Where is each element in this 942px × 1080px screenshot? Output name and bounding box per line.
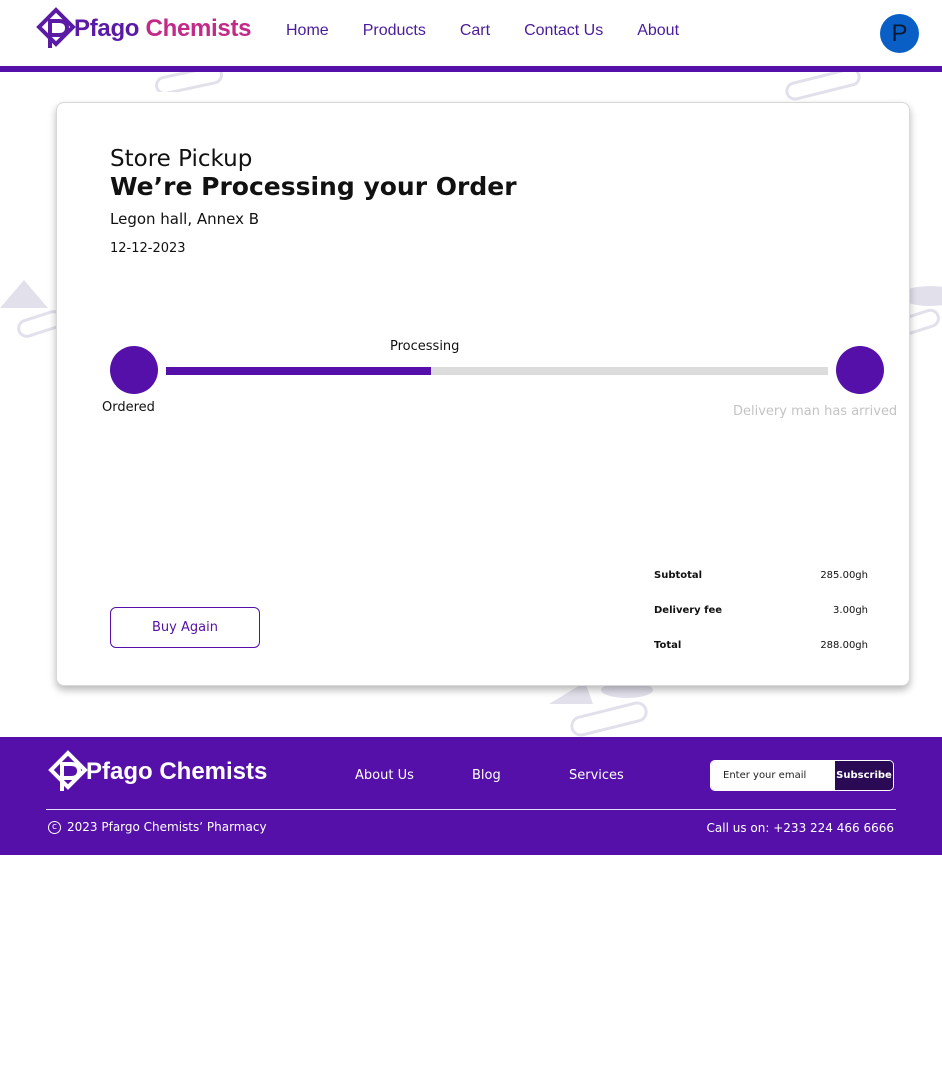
- copyright: c 2023 Pfargo Chemists’ Pharmacy: [48, 820, 267, 834]
- email-input[interactable]: [711, 761, 835, 790]
- stage-dot-ordered: [110, 346, 158, 394]
- footer-link-blog[interactable]: Blog: [472, 768, 501, 783]
- pill-decoration: [549, 682, 653, 737]
- stage-label-current: Processing: [390, 339, 460, 354]
- nav-about[interactable]: About: [637, 22, 679, 40]
- order-status-heading: We’re Processing your Order: [110, 172, 517, 201]
- brand-name-part2: Chemists: [145, 15, 252, 42]
- newsletter-form: Subscribe: [710, 760, 894, 791]
- order-progress-fill: [166, 367, 431, 375]
- main-nav: Home Products Cart Contact Us About: [286, 22, 713, 40]
- subtotal-value: 285.00gh: [820, 570, 868, 581]
- nav-home[interactable]: Home: [286, 22, 329, 40]
- footer-link-services[interactable]: Services: [569, 768, 624, 783]
- nav-cart[interactable]: Cart: [460, 22, 490, 40]
- stage-label-arrived: Delivery man has arrived: [733, 404, 898, 419]
- header-accent-bar: [0, 66, 942, 72]
- footer-brand-name: Pfago Chemists: [86, 758, 268, 785]
- site-footer: Pfago Chemists About Us Blog Services Su…: [0, 737, 942, 855]
- stage-label-ordered: Ordered: [102, 400, 155, 415]
- pickup-location: Legon hall, Annex B: [110, 210, 260, 228]
- footer-link-about-us[interactable]: About Us: [355, 768, 414, 783]
- delivery-fee-label: Delivery fee: [654, 605, 723, 616]
- summary-row-total: Total 288.00gh: [654, 640, 868, 651]
- total-value: 288.00gh: [820, 640, 868, 651]
- buy-again-button[interactable]: Buy Again: [110, 607, 260, 648]
- delivery-fee-value: 3.00gh: [833, 605, 868, 616]
- order-status-card: Store Pickup We’re Processing your Order…: [56, 102, 910, 686]
- brand-logo[interactable]: Pfago Chemists: [36, 6, 251, 52]
- copyright-text: 2023 Pfargo Chemists’ Pharmacy: [67, 820, 267, 834]
- total-label: Total: [654, 640, 682, 651]
- footer-brand-logo[interactable]: Pfago Chemists: [48, 749, 267, 795]
- brand-name-part1: Pfago: [74, 15, 140, 42]
- summary-row-delivery-fee: Delivery fee 3.00gh: [654, 605, 868, 616]
- subtotal-label: Subtotal: [654, 570, 703, 581]
- fulfillment-mode: Store Pickup: [110, 146, 253, 172]
- footer-divider: [46, 809, 896, 810]
- nav-contact-us[interactable]: Contact Us: [524, 22, 603, 40]
- logo-mark-icon: [36, 7, 76, 48]
- site-header: Pfago Chemists Home Products Cart Contac…: [0, 0, 942, 66]
- stage-dot-arrived: [836, 346, 884, 394]
- nav-products[interactable]: Products: [363, 22, 426, 40]
- subscribe-button[interactable]: Subscribe: [835, 761, 893, 790]
- copyright-icon: c: [48, 820, 61, 834]
- order-date: 12-12-2023: [110, 241, 186, 256]
- summary-row-subtotal: Subtotal 285.00gh: [654, 570, 868, 581]
- footer-logo-mark-icon: [48, 750, 88, 791]
- order-progress-track: [166, 367, 828, 375]
- user-avatar[interactable]: P: [880, 14, 919, 53]
- contact-phone: Call us on: +233 224 466 6666: [706, 821, 894, 835]
